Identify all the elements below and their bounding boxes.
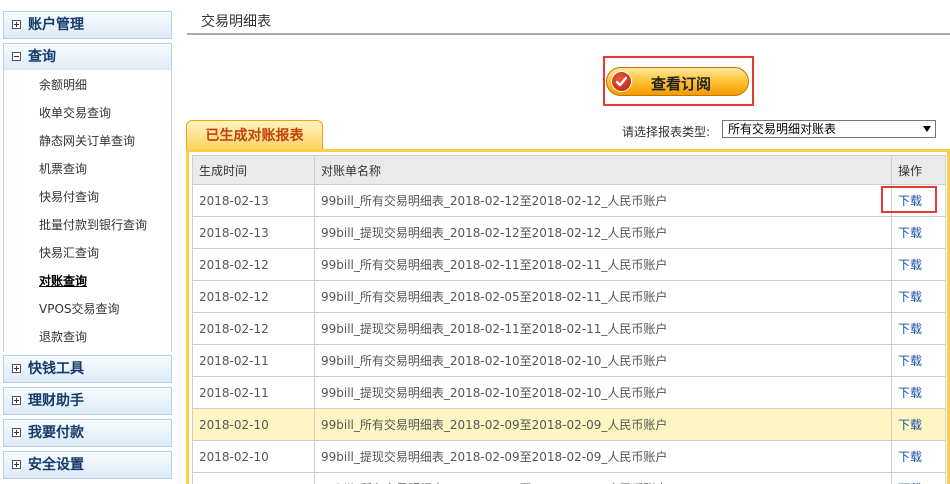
download-link[interactable]: 下载 (898, 354, 922, 368)
sidebar-section-account[interactable]: 账户管理 (3, 11, 172, 39)
download-link[interactable]: 下载 (898, 226, 922, 240)
report-type-label: 请选择报表类型: (622, 125, 711, 139)
page-title: 交易明细表 (201, 14, 271, 30)
table-row: 2018-02-12 99bill_所有交易明细表_2018-02-11至201… (192, 248, 946, 281)
collapse-minus-icon (12, 52, 21, 61)
expand-plus-icon (12, 460, 21, 469)
column-header-date: 生成时间 (192, 155, 315, 185)
column-header-action: 操作 (891, 155, 946, 185)
sidebar-section-query[interactable]: 查询 (3, 43, 172, 71)
sidebar-item-balance-detail[interactable]: 余额明细 (39, 78, 87, 92)
table-row: 2018-02-11 99bill_所有交易明细表_2018-02-10至201… (192, 344, 946, 377)
sidebar-item-ticket-query[interactable]: 机票查询 (39, 162, 87, 176)
download-link[interactable]: 下载 (898, 258, 922, 272)
tab-generated-reports[interactable]: 已生成对账报表 (186, 120, 323, 150)
cell-date: 2018-02-09 (192, 472, 315, 484)
cell-date: 2018-02-11 (192, 376, 315, 409)
cell-report-name: 99bill_所有交易明细表_2018-02-08至2018-02-08_人民币… (314, 472, 892, 484)
download-highlight-box (881, 186, 937, 213)
sidebar-section-label: 我要付款 (28, 425, 84, 441)
cell-date: 2018-02-12 (192, 248, 315, 281)
report-table: 生成时间 对账单名称 操作 2018-02-13 99bill_所有交易明细表_… (192, 155, 946, 484)
title-divider (187, 33, 950, 35)
sidebar-item-kuaiyifu-query[interactable]: 快易付查询 (39, 190, 99, 204)
report-type-select[interactable]: 所有交易明细对账表 (722, 120, 936, 138)
sidebar-item-refund-query[interactable]: 退款查询 (39, 330, 87, 344)
sidebar-item-kuaiyihui-query[interactable]: 快易汇查询 (39, 246, 99, 260)
sidebar-section-security[interactable]: 安全设置 (3, 451, 172, 479)
view-subscription-button[interactable]: 查看订阅 (606, 67, 749, 96)
expand-plus-icon (12, 428, 21, 437)
table-row: 2018-02-13 99bill_提现交易明细表_2018-02-12至201… (192, 216, 946, 249)
sidebar: 账户管理 查询 余额明细 收单交易查询 静态网关订单查询 机票查询 快易付查询 … (0, 0, 175, 484)
cell-report-name: 99bill_提现交易明细表_2018-02-09至2018-02-09_人民币… (314, 440, 892, 473)
sidebar-section-label: 账户管理 (28, 17, 84, 33)
table-row: 2018-02-12 99bill_提现交易明细表_2018-02-11至201… (192, 312, 946, 345)
report-table-panel: 生成时间 对账单名称 操作 2018-02-13 99bill_所有交易明细表_… (186, 149, 950, 484)
sidebar-section-label: 理财助手 (28, 393, 84, 409)
sidebar-item-gateway-order-query[interactable]: 静态网关订单查询 (39, 134, 135, 148)
sidebar-section-tools[interactable]: 快钱工具 (3, 355, 172, 383)
report-type-value: 所有交易明细对账表 (728, 122, 837, 136)
sidebar-item-reconciliation-query[interactable]: 对账查询 (39, 274, 87, 288)
sidebar-section-label: 安全设置 (28, 457, 84, 473)
table-row: 2018-02-10 99bill_提现交易明细表_2018-02-09至201… (192, 440, 946, 473)
cell-report-name: 99bill_所有交易明细表_2018-02-11至2018-02-11_人民币… (314, 248, 892, 281)
expand-plus-icon (12, 20, 21, 29)
download-link[interactable]: 下载 (898, 290, 922, 304)
sidebar-section-payment[interactable]: 我要付款 (3, 419, 172, 447)
cell-report-name: 99bill_提现交易明细表_2018-02-12至2018-02-12_人民币… (314, 216, 892, 249)
table-row: 2018-02-11 99bill_提现交易明细表_2018-02-10至201… (192, 376, 946, 409)
sidebar-section-label: 快钱工具 (28, 361, 84, 377)
view-subscription-label: 查看订阅 (651, 75, 712, 93)
table-header-row: 生成时间 对账单名称 操作 (192, 155, 946, 185)
sidebar-section-label: 查询 (28, 49, 56, 65)
cell-date: 2018-02-13 (192, 216, 315, 249)
table-row-highlighted: 2018-02-10 99bill_所有交易明细表_2018-02-09至201… (192, 408, 946, 441)
expand-plus-icon (12, 396, 21, 405)
cell-date: 2018-02-11 (192, 344, 315, 377)
cell-report-name: 99bill_所有交易明细表_2018-02-10至2018-02-10_人民币… (314, 344, 892, 377)
table-row: 2018-02-12 99bill_所有交易明细表_2018-02-05至201… (192, 280, 946, 313)
sidebar-item-acquiring-query[interactable]: 收单交易查询 (39, 106, 111, 120)
cell-report-name: 99bill_所有交易明细表_2018-02-09至2018-02-09_人民币… (314, 408, 892, 441)
download-link[interactable]: 下载 (898, 418, 922, 432)
expand-plus-icon (12, 364, 21, 373)
download-link[interactable]: 下载 (898, 386, 922, 400)
cell-date: 2018-02-10 (192, 408, 315, 441)
cell-report-name: 99bill_提现交易明细表_2018-02-10至2018-02-10_人民币… (314, 376, 892, 409)
sidebar-item-vpos-query[interactable]: VPOS交易查询 (39, 302, 120, 316)
cell-date: 2018-02-12 (192, 280, 315, 313)
cell-date: 2018-02-13 (192, 184, 315, 217)
cell-report-name: 99bill_所有交易明细表_2018-02-12至2018-02-12_人民币… (314, 184, 892, 217)
cell-report-name: 99bill_所有交易明细表_2018-02-05至2018-02-11_人民币… (314, 280, 892, 313)
download-link[interactable]: 下载 (898, 322, 922, 336)
sidebar-section-finance[interactable]: 理财助手 (3, 387, 172, 415)
sidebar-item-batch-pay-query[interactable]: 批量付款到银行查询 (39, 218, 147, 232)
download-link[interactable]: 下载 (898, 450, 922, 464)
cell-date: 2018-02-10 (192, 440, 315, 473)
dropdown-arrow-icon (923, 126, 931, 132)
checkmark-icon (611, 71, 632, 92)
column-header-name: 对账单名称 (314, 155, 892, 185)
table-row: 2018-02-13 99bill_所有交易明细表_2018-02-12至201… (192, 184, 946, 217)
cell-report-name: 99bill_提现交易明细表_2018-02-11至2018-02-11_人民币… (314, 312, 892, 345)
table-row: 2018-02-09 99bill_所有交易明细表_2018-02-08至201… (192, 472, 946, 484)
cell-date: 2018-02-12 (192, 312, 315, 345)
